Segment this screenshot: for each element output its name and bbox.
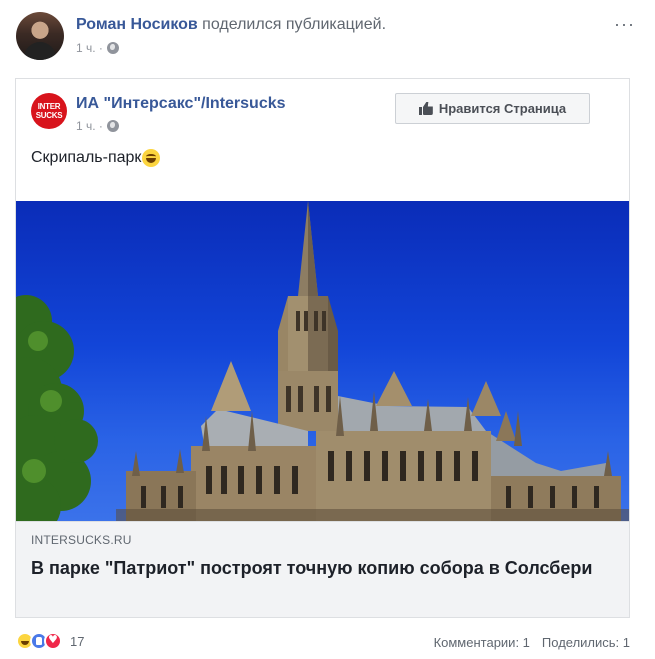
laughing-emoji-icon	[142, 149, 161, 167]
post-meta: 1 ч. ·	[76, 41, 119, 55]
post-text: Скрипаль-парк	[31, 149, 161, 167]
post-header: Роман Носиков поделился публикацией.	[76, 15, 386, 35]
post-action-text: поделился публикацией.	[197, 16, 387, 33]
page-logo-text: INTER SUCKS	[35, 102, 63, 120]
author-name-link[interactable]: Роман Носиков	[76, 16, 198, 33]
page-name-link[interactable]: ИА "Интерсакс"/Intersucks	[76, 95, 286, 113]
more-options-button[interactable]: ···	[614, 14, 635, 35]
shared-post-meta: 1 ч. ·	[76, 119, 119, 133]
feed-post: Роман Носиков поделился публикацией. 1 ч…	[0, 0, 655, 659]
link-preview-info[interactable]: INTERSUCKS.RU В парке "Патриот" построят…	[16, 521, 629, 617]
shares-count-link[interactable]: Поделились: 1	[542, 635, 630, 650]
cathedral-illustration	[16, 201, 629, 521]
shared-post: INTER SUCKS ИА "Интерсакс"/Intersucks 1 …	[15, 78, 630, 618]
reaction-count: 17	[70, 633, 85, 649]
author-avatar[interactable]	[16, 12, 64, 60]
like-page-label: Нравится Страница	[438, 101, 567, 116]
globe-icon[interactable]	[106, 42, 119, 54]
link-domain: INTERSUCKS.RU	[31, 533, 132, 547]
comments-count-link[interactable]: Комментарии: 1	[434, 635, 530, 650]
thumbs-up-icon	[418, 102, 433, 115]
like-page-button[interactable]: Нравится Страница	[395, 93, 590, 124]
globe-icon[interactable]	[106, 120, 119, 132]
post-time[interactable]: 1 ч. ·	[76, 41, 103, 55]
post-text-content: Скрипаль-парк	[31, 149, 142, 166]
link-title[interactable]: В парке "Патриот" построят точную копию …	[31, 556, 611, 580]
engagement-counts: Комментарии: 1 Поделились: 1	[434, 635, 630, 650]
reactions-summary[interactable]: 17	[16, 632, 84, 650]
page-logo[interactable]: INTER SUCKS	[31, 93, 67, 129]
love-reaction-icon	[44, 632, 62, 650]
link-preview-image[interactable]	[16, 201, 629, 521]
shared-post-time[interactable]: 1 ч. ·	[76, 119, 103, 133]
